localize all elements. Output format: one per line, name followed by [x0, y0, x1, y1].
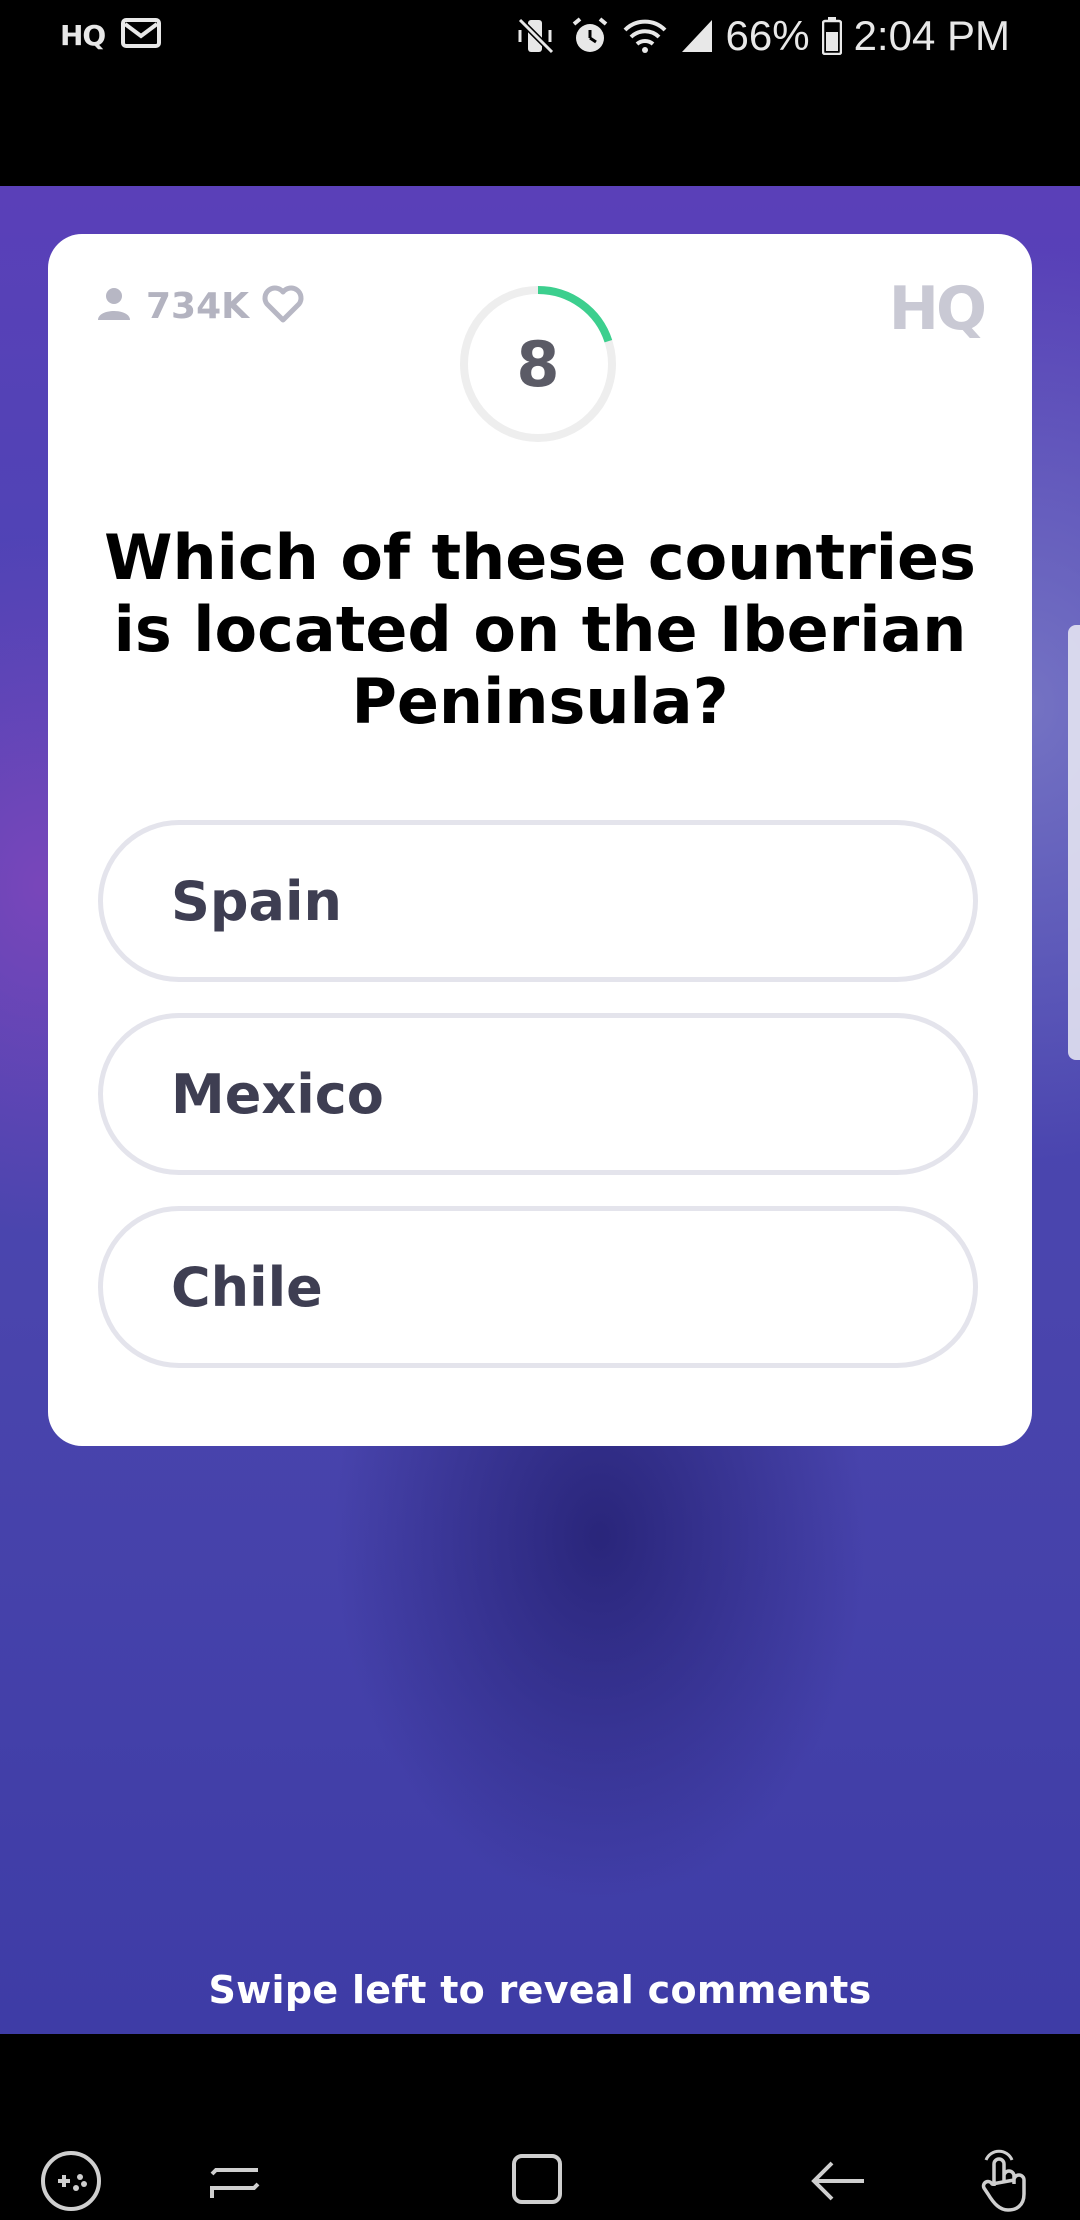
viewer-counter: 734K [94, 284, 305, 328]
alarm-icon [570, 16, 610, 56]
mute-icon [516, 16, 558, 56]
home-icon[interactable] [502, 2146, 572, 2216]
swipe-hint: Swipe left to reveal comments [208, 1968, 872, 2012]
clock: 2:04 PM [853, 12, 1010, 59]
comments-drawer-handle[interactable] [1068, 625, 1080, 1060]
question-card: 734K 8 HQ Which of these countries is lo… [48, 234, 1032, 1446]
hq-logo: HQ [888, 274, 987, 344]
answer-option-1[interactable]: Spain [98, 820, 978, 982]
wifi-icon [622, 16, 668, 56]
countdown-timer: 8 [456, 282, 620, 446]
answer-option-3[interactable]: Chile [98, 1206, 978, 1368]
recent-apps-icon[interactable] [200, 2146, 270, 2216]
game-tools-icon[interactable] [36, 2146, 106, 2216]
battery-icon [821, 17, 842, 55]
status-left: HQ [60, 18, 162, 52]
question-text: Which of these countries is located on t… [104, 521, 976, 738]
status-right: 66% 2:04 PM [516, 12, 1010, 60]
status-bar: HQ 66% 2:04 PM [0, 0, 1080, 186]
mail-icon [121, 18, 162, 52]
hq-notification-icon: HQ [60, 18, 106, 52]
timer-seconds: 8 [516, 327, 560, 401]
person-icon [94, 286, 134, 326]
back-icon[interactable] [804, 2146, 874, 2216]
touch-gesture-icon[interactable] [970, 2146, 1040, 2216]
battery-percent: 66% [725, 12, 810, 59]
signal-icon [680, 18, 714, 54]
screen: HQ 66% 2:04 PM 734K 8 HQ Which of these … [0, 0, 1080, 2220]
navigation-bar [0, 2034, 1080, 2220]
viewer-count: 734K [146, 285, 250, 327]
heart-icon[interactable] [261, 284, 305, 328]
answer-option-2[interactable]: Mexico [98, 1013, 978, 1175]
